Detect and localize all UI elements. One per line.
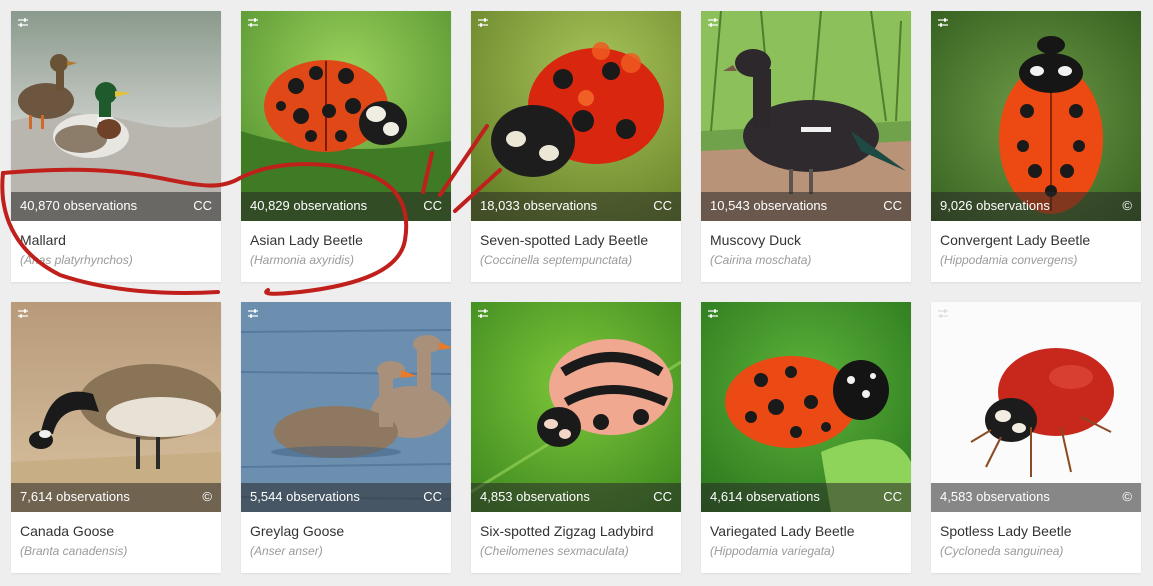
observation-bar: 7,614 observations © [11, 483, 221, 512]
greylag-goose-photo [241, 302, 451, 512]
taxon-photo[interactable]: 10,543 observations CC [701, 11, 911, 221]
taxon-photo[interactable]: 4,583 observations © [931, 302, 1141, 512]
taxon-photo[interactable]: 5,544 observations CC [241, 302, 451, 512]
tune-icon[interactable] [937, 17, 949, 29]
common-name[interactable]: Canada Goose [20, 523, 114, 539]
observation-bar: 4,853 observations CC [471, 483, 681, 512]
license-badge[interactable]: © [202, 489, 212, 504]
variegated-lady-beetle-photo [701, 302, 911, 512]
tune-icon[interactable] [17, 308, 29, 320]
taxon-card-canada-goose[interactable]: 7,614 observations © Canada Goose (Brant… [11, 302, 221, 573]
observation-count[interactable]: 9,026 observations [940, 198, 1050, 213]
scientific-name: (Hippodamia convergens) [940, 253, 1078, 267]
observation-bar: 4,614 observations CC [701, 483, 911, 512]
common-name[interactable]: Spotless Lady Beetle [940, 523, 1072, 539]
license-badge[interactable]: CC [423, 489, 442, 504]
canada-goose-photo [11, 302, 221, 512]
observation-bar: 4,583 observations © [931, 483, 1141, 512]
taxon-card-greylag-goose[interactable]: 5,544 observations CC Greylag Goose (Ans… [241, 302, 451, 573]
scientific-name: (Cairina moschata) [710, 253, 812, 267]
observation-count[interactable]: 4,853 observations [480, 489, 590, 504]
license-badge[interactable]: CC [193, 198, 212, 213]
observation-count[interactable]: 5,544 observations [250, 489, 360, 504]
observation-count[interactable]: 18,033 observations [480, 198, 597, 213]
taxon-photo[interactable]: 40,829 observations CC [241, 11, 451, 221]
seven-spotted-lady-beetle-photo [471, 11, 681, 221]
common-name[interactable]: Mallard [20, 232, 66, 248]
observation-count[interactable]: 7,614 observations [20, 489, 130, 504]
observation-bar: 5,544 observations CC [241, 483, 451, 512]
convergent-lady-beetle-photo [931, 11, 1141, 221]
taxon-photo[interactable]: 40,870 observations CC [11, 11, 221, 221]
observation-count[interactable]: 40,870 observations [20, 198, 137, 213]
common-name[interactable]: Convergent Lady Beetle [940, 232, 1090, 248]
taxon-card-six-spotted-zigzag-ladybird[interactable]: 4,853 observations CC Six-spotted Zigzag… [471, 302, 681, 573]
scientific-name: (Anas platyrhynchos) [20, 253, 133, 267]
observation-bar: 40,829 observations CC [241, 192, 451, 221]
taxa-grid: 40,870 observations CC Mallard (Anas pla… [0, 0, 1153, 586]
scientific-name: (Branta canadensis) [20, 544, 128, 558]
license-badge[interactable]: CC [883, 489, 902, 504]
observation-bar: 18,033 observations CC [471, 192, 681, 221]
tune-icon[interactable] [937, 308, 949, 320]
common-name[interactable]: Asian Lady Beetle [250, 232, 363, 248]
tune-icon[interactable] [707, 308, 719, 320]
taxon-card-variegated-lady-beetle[interactable]: 4,614 observations CC Variegated Lady Be… [701, 302, 911, 573]
taxon-photo[interactable]: 9,026 observations © [931, 11, 1141, 221]
taxon-card-asian-lady-beetle[interactable]: 40,829 observations CC Asian Lady Beetle… [241, 11, 451, 282]
license-badge[interactable]: CC [423, 198, 442, 213]
muscovy-duck-photo [701, 11, 911, 221]
scientific-name: (Hippodamia variegata) [710, 544, 835, 558]
observation-count[interactable]: 4,614 observations [710, 489, 820, 504]
common-name[interactable]: Muscovy Duck [710, 232, 801, 248]
tune-icon[interactable] [247, 17, 259, 29]
license-badge[interactable]: © [1122, 198, 1132, 213]
license-badge[interactable]: CC [653, 489, 672, 504]
tune-icon[interactable] [477, 308, 489, 320]
observation-bar: 10,543 observations CC [701, 192, 911, 221]
license-badge[interactable]: © [1122, 489, 1132, 504]
taxon-photo[interactable]: 4,853 observations CC [471, 302, 681, 512]
scientific-name: (Cheilomenes sexmaculata) [480, 544, 629, 558]
observation-count[interactable]: 4,583 observations [940, 489, 1050, 504]
common-name[interactable]: Seven-spotted Lady Beetle [480, 232, 648, 248]
mallard-photo [11, 11, 221, 221]
observation-bar: 9,026 observations © [931, 192, 1141, 221]
taxon-photo[interactable]: 18,033 observations CC [471, 11, 681, 221]
spotless-lady-beetle-photo [931, 302, 1141, 512]
taxon-card-muscovy-duck[interactable]: 10,543 observations CC Muscovy Duck (Cai… [701, 11, 911, 282]
taxon-card-spotless-lady-beetle[interactable]: 4,583 observations © Spotless Lady Beetl… [931, 302, 1141, 573]
asian-lady-beetle-photo [241, 11, 451, 221]
observation-bar: 40,870 observations CC [11, 192, 221, 221]
tune-icon[interactable] [707, 17, 719, 29]
six-spotted-zigzag-ladybird-photo [471, 302, 681, 512]
common-name[interactable]: Greylag Goose [250, 523, 344, 539]
common-name[interactable]: Variegated Lady Beetle [710, 523, 855, 539]
observation-count[interactable]: 10,543 observations [710, 198, 827, 213]
taxon-photo[interactable]: 4,614 observations CC [701, 302, 911, 512]
scientific-name: (Anser anser) [250, 544, 323, 558]
license-badge[interactable]: CC [883, 198, 902, 213]
taxon-photo[interactable]: 7,614 observations © [11, 302, 221, 512]
taxon-card-convergent-lady-beetle[interactable]: 9,026 observations © Convergent Lady Bee… [931, 11, 1141, 282]
tune-icon[interactable] [17, 17, 29, 29]
license-badge[interactable]: CC [653, 198, 672, 213]
taxon-card-mallard[interactable]: 40,870 observations CC Mallard (Anas pla… [11, 11, 221, 282]
common-name[interactable]: Six-spotted Zigzag Ladybird [480, 523, 654, 539]
taxon-card-seven-spotted-lady-beetle[interactable]: 18,033 observations CC Seven-spotted Lad… [471, 11, 681, 282]
scientific-name: (Harmonia axyridis) [250, 253, 355, 267]
scientific-name: (Cycloneda sanguinea) [940, 544, 1064, 558]
tune-icon[interactable] [247, 308, 259, 320]
tune-icon[interactable] [477, 17, 489, 29]
scientific-name: (Coccinella septempunctata) [480, 253, 633, 267]
observation-count[interactable]: 40,829 observations [250, 198, 367, 213]
